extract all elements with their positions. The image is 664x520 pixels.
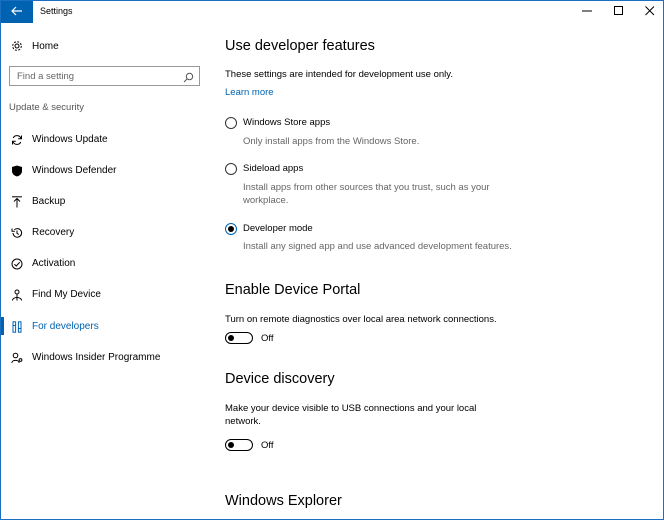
sidebar-item-recovery[interactable]: Recovery xyxy=(1,218,211,246)
settings-window: Settings Home Update & security xyxy=(0,0,664,520)
developer-features-description: These settings are intended for developm… xyxy=(225,69,453,80)
search-box[interactable] xyxy=(9,66,200,86)
back-button[interactable] xyxy=(1,1,33,23)
device-discovery-description: network. xyxy=(225,416,261,427)
maximize-button[interactable] xyxy=(604,1,634,23)
sidebar-item-label: Home xyxy=(32,40,59,52)
radio-button[interactable] xyxy=(225,117,237,129)
radio-button[interactable] xyxy=(225,163,237,175)
device-portal-toggle[interactable] xyxy=(225,332,253,344)
active-indicator xyxy=(1,317,4,335)
sidebar-item-label: For developers xyxy=(32,321,99,332)
history-icon xyxy=(10,226,23,239)
sidebar-item-windows-update[interactable]: Windows Update xyxy=(1,125,211,153)
sidebar-item-label: Backup xyxy=(32,196,66,207)
sidebar-item-label: Recovery xyxy=(32,227,75,238)
radio-label[interactable]: Sideload apps xyxy=(243,163,303,174)
sidebar-item-label: Activation xyxy=(32,258,76,269)
option-description: Only install apps from the Windows Store… xyxy=(243,136,420,147)
sidebar-item-for-developers[interactable]: For developers xyxy=(1,312,211,340)
sidebar-item-windows-defender[interactable]: Windows Defender xyxy=(1,156,211,184)
device-discovery-toggle[interactable] xyxy=(225,439,253,451)
learn-more-link[interactable]: Learn more xyxy=(225,87,274,98)
sidebar-item-label: Find My Device xyxy=(32,289,101,300)
section-label: Update & security xyxy=(9,102,84,113)
device-portal-heading: Enable Device Portal xyxy=(225,282,361,298)
sidebar-item-home[interactable]: Home xyxy=(1,35,211,57)
device-portal-description: Turn on remote diagnostics over local ar… xyxy=(225,314,497,325)
title-bar: Settings xyxy=(1,1,663,23)
minimize-button[interactable] xyxy=(572,1,602,23)
device-discovery-description: Make your device visible to USB connecti… xyxy=(225,403,477,414)
windows-explorer-heading: Windows Explorer xyxy=(225,493,342,509)
search-input[interactable] xyxy=(17,70,177,83)
sidebar-item-label: Windows Insider Programme xyxy=(32,352,161,363)
toggle-state-label: Off xyxy=(261,333,274,344)
shield-icon xyxy=(10,164,23,177)
radio-button-selected[interactable] xyxy=(225,223,237,235)
sidebar-item-activation[interactable]: Activation xyxy=(1,249,211,277)
minimize-icon xyxy=(582,3,592,21)
back-arrow-icon xyxy=(11,3,23,21)
developer-tools-icon xyxy=(10,320,23,333)
close-icon xyxy=(645,3,655,21)
sidebar-item-windows-insider-programme[interactable]: Windows Insider Programme xyxy=(1,343,211,371)
sidebar-item-backup[interactable]: Backup xyxy=(1,187,211,215)
sync-icon xyxy=(10,133,23,146)
radio-label[interactable]: Windows Store apps xyxy=(243,117,330,128)
sidebar-item-find-my-device[interactable]: Find My Device xyxy=(1,280,211,308)
maximize-icon xyxy=(614,3,624,21)
toggle-knob xyxy=(228,334,234,341)
search-icon[interactable] xyxy=(183,70,195,83)
device-discovery-heading: Device discovery xyxy=(225,371,335,387)
checkmark-circle-icon xyxy=(10,257,23,270)
toggle-state-label: Off xyxy=(261,440,274,451)
insider-person-icon xyxy=(10,351,23,364)
sidebar: Home Update & security Windows Update Wi… xyxy=(1,23,211,519)
main-content: Use developer features These settings ar… xyxy=(225,23,655,519)
window-title: Settings xyxy=(40,6,73,16)
upload-arrow-icon xyxy=(10,195,23,208)
developer-features-heading: Use developer features xyxy=(225,38,375,54)
close-button[interactable] xyxy=(635,1,663,23)
person-pin-icon xyxy=(10,288,23,301)
option-description: Install apps from other sources that you… xyxy=(243,182,490,193)
sidebar-item-label: Windows Defender xyxy=(32,165,117,176)
option-description: Install any signed app and use advanced … xyxy=(243,241,512,252)
toggle-knob xyxy=(228,441,234,448)
sidebar-item-label: Windows Update xyxy=(32,134,108,145)
option-description: workplace. xyxy=(243,195,289,206)
gear-icon xyxy=(10,40,23,53)
radio-label[interactable]: Developer mode xyxy=(243,223,313,234)
